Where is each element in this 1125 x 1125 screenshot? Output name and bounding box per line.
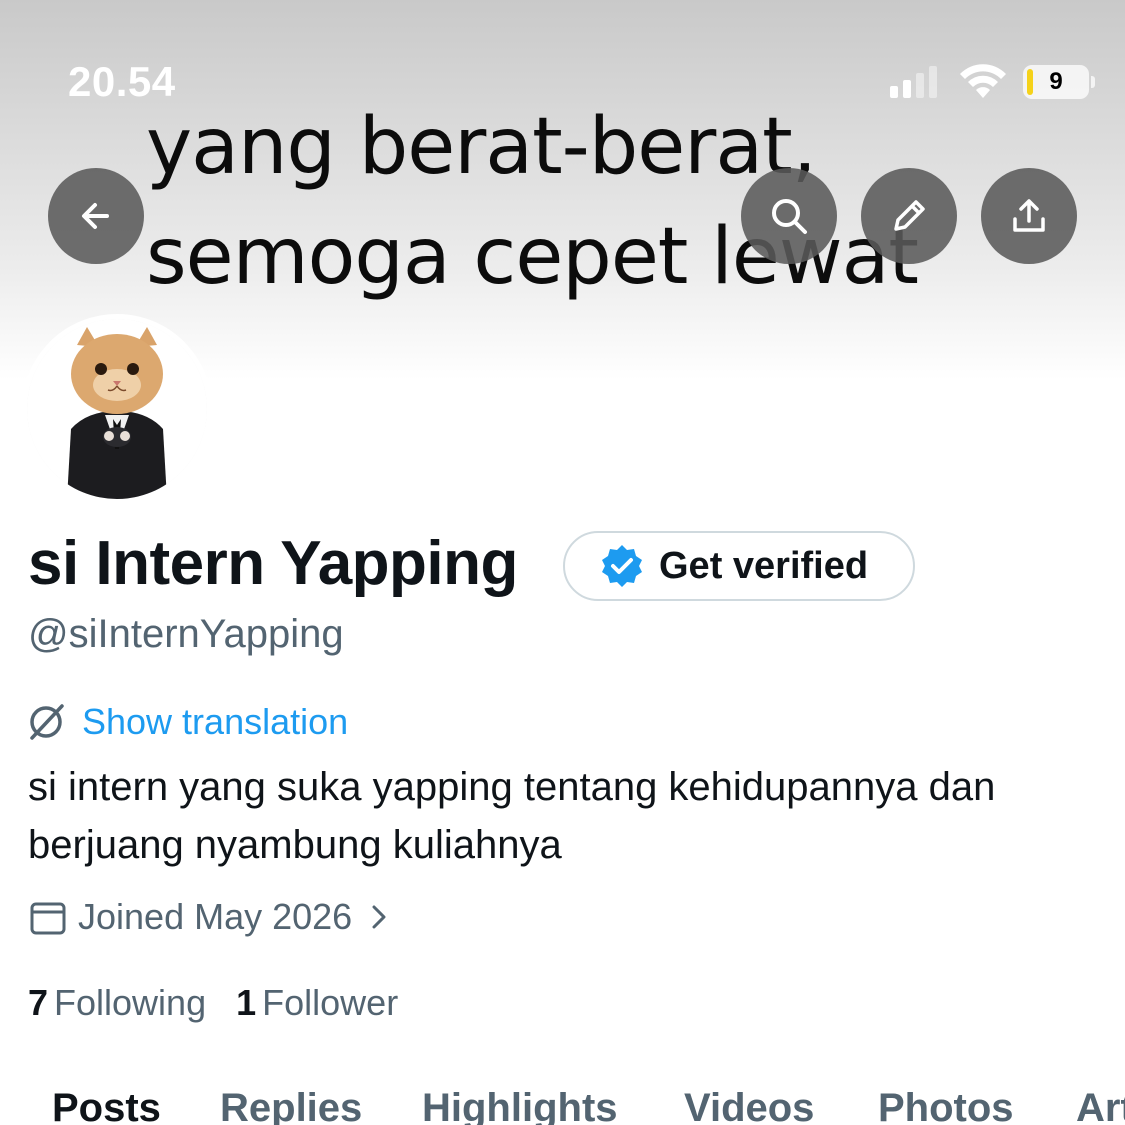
- avatar[interactable]: [22, 314, 212, 504]
- calendar-icon: [30, 902, 66, 935]
- cellular-signal-icon: [890, 66, 937, 98]
- arrow-left-icon: [82, 203, 109, 229]
- joined-date-row[interactable]: Joined May 2026: [28, 896, 392, 938]
- show-translation-label: Show translation: [82, 701, 349, 742]
- profile-banner[interactable]: yang berat-berat, semoga cepet lewat: [0, 0, 1125, 380]
- tab-highlights[interactable]: Highlights: [422, 1086, 618, 1125]
- username-handle: @siInternYapping: [28, 612, 344, 656]
- share-icon: [1013, 199, 1045, 232]
- status-time: 20.54: [68, 58, 176, 105]
- search-icon: [772, 199, 807, 234]
- verified-badge-icon: [602, 545, 642, 587]
- edit-profile-button[interactable]: [861, 168, 957, 264]
- search-button[interactable]: [741, 168, 837, 264]
- cat-in-suit-avatar-image: [27, 319, 207, 499]
- tab-replies[interactable]: Replies: [220, 1086, 362, 1125]
- wifi-icon: [960, 64, 1006, 98]
- get-verified-button[interactable]: Get verified: [563, 531, 915, 601]
- pencil-icon: [894, 200, 925, 231]
- show-translation-link[interactable]: Show translation: [24, 700, 348, 744]
- battery-cap: [1091, 76, 1095, 88]
- following-count[interactable]: 7: [28, 982, 48, 1024]
- tab-photos[interactable]: Photos: [878, 1086, 1014, 1125]
- profile-bio: si intern yang suka yapping tentang kehi…: [28, 765, 996, 867]
- joined-date: Joined May 2026: [78, 896, 353, 937]
- get-verified-label: Get verified: [659, 544, 869, 587]
- chevron-right-icon: [372, 905, 386, 929]
- back-button[interactable]: [48, 168, 144, 264]
- battery-level: 9: [1049, 68, 1063, 95]
- following-label[interactable]: Following: [54, 982, 206, 1024]
- followers-label[interactable]: Follower: [262, 982, 398, 1024]
- tab-posts[interactable]: Posts: [52, 1086, 161, 1125]
- display-name: si Intern Yapping: [28, 529, 518, 598]
- profile-tabs: Posts Replies Highlights Videos Photos A…: [0, 1086, 1125, 1125]
- status-indicators: 9: [890, 62, 1095, 102]
- followers-count[interactable]: 1: [236, 982, 256, 1024]
- tab-articles[interactable]: Articles: [1076, 1086, 1125, 1125]
- globe-translate-icon: [30, 704, 64, 740]
- battery-icon: 9: [1023, 65, 1089, 99]
- follow-stats: 7 Following 1 Follower: [28, 982, 398, 1024]
- share-button[interactable]: [981, 168, 1077, 264]
- tab-videos[interactable]: Videos: [684, 1086, 814, 1125]
